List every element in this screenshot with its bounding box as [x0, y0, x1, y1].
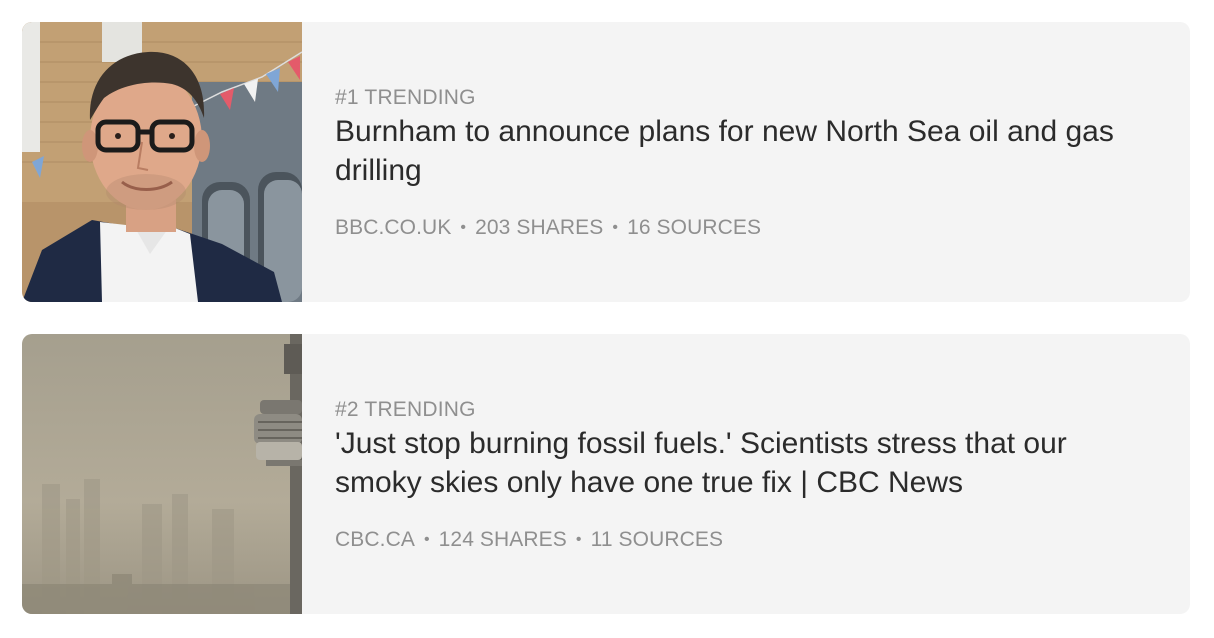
article-meta: CBC.CA • 124 SHARES • 11 SOURCES: [335, 528, 1150, 554]
separator-dot: •: [460, 219, 467, 236]
article-headline[interactable]: 'Just stop burning fossil fuels.' Scient…: [335, 424, 1135, 502]
trending-rank: #1 TRENDING: [335, 86, 476, 109]
trending-feed: #1 TRENDING Burnham to announce plans fo…: [0, 0, 1214, 638]
source-count[interactable]: 11 SOURCES: [591, 528, 724, 551]
smoky-skyline-photo: [22, 334, 302, 614]
separator-dot: •: [423, 531, 430, 548]
article-source[interactable]: CBC.CA: [335, 528, 415, 551]
portrait-photo: [22, 22, 302, 302]
trending-rank: #2 TRENDING: [335, 398, 476, 421]
article-meta: BBC.CO.UK • 203 SHARES • 16 SOURCES: [335, 216, 1150, 242]
source-count[interactable]: 16 SOURCES: [627, 216, 761, 239]
article-content-2: #2 TRENDING 'Just stop burning fossil fu…: [302, 334, 1190, 614]
article-card-2[interactable]: #2 TRENDING 'Just stop burning fossil fu…: [22, 334, 1190, 614]
article-thumbnail-1[interactable]: [22, 22, 302, 302]
article-source[interactable]: BBC.CO.UK: [335, 216, 451, 239]
share-count: 203 SHARES: [475, 216, 604, 239]
article-content-1: #1 TRENDING Burnham to announce plans fo…: [302, 22, 1190, 302]
article-card-1[interactable]: #1 TRENDING Burnham to announce plans fo…: [22, 22, 1190, 302]
article-thumbnail-2[interactable]: [22, 334, 302, 614]
article-headline[interactable]: Burnham to announce plans for new North …: [335, 112, 1135, 190]
share-count: 124 SHARES: [438, 528, 567, 551]
separator-dot: •: [612, 219, 619, 236]
separator-dot: •: [575, 531, 582, 548]
